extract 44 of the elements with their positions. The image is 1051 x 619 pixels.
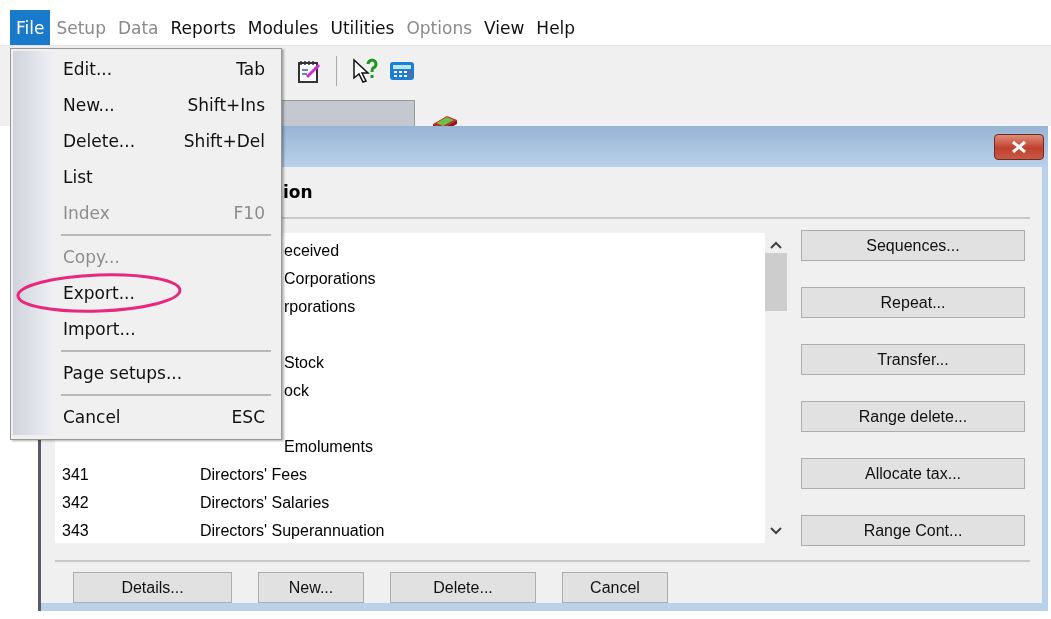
dialog-button[interactable]: Cancel [562,572,668,603]
scroll-up-icon[interactable] [770,241,782,249]
account-name: Directors' Superannuation [200,522,385,539]
menu-item[interactable]: Reports [164,10,242,45]
action-button[interactable]: Repeat... [801,287,1025,318]
account-name: Corporations [284,270,376,287]
account-code: 342 [62,494,89,511]
menu-entry[interactable]: List [61,165,265,189]
account-code: 343 [62,522,89,539]
menu-item[interactable]: Modules [241,10,325,45]
account-name: Stock [284,354,324,371]
calculator-icon[interactable] [389,60,415,82]
menu-entry[interactable]: Page setups... [61,361,265,385]
menu-entry[interactable]: Edit... Tab [61,57,265,81]
action-button[interactable]: Sequences... [801,230,1025,261]
action-button[interactable]: Range Cont... [801,515,1025,546]
action-button[interactable]: Transfer... [801,344,1025,375]
scroll-down-icon[interactable] [770,527,782,535]
menu-entry[interactable]: Export... [61,281,265,305]
menu-entry[interactable]: Delete... Shift+Del [61,129,265,153]
help-pointer-icon[interactable] [351,58,379,84]
menu-entry[interactable]: New... Shift+Ins [61,93,265,117]
scroll-thumb[interactable] [765,253,787,311]
account-name: Directors' Salaries [200,494,330,511]
menu-entry[interactable]: Cancel ESC [61,405,265,429]
account-code: 341 [62,466,89,483]
menu-item[interactable]: Utilities [324,10,401,45]
account-name: Emoluments [284,438,373,455]
account-name: ock [284,382,309,399]
menu-item[interactable]: View [478,10,531,45]
account-name: Directors' Fees [200,466,308,483]
section-heading: ion [283,182,313,202]
menu-item[interactable]: Help [530,10,582,45]
account-name: eceived [284,242,340,259]
dialog-button[interactable]: Delete... [390,572,536,603]
dialog-button[interactable]: New... [258,572,364,603]
account-name: rporations [284,298,356,315]
action-button[interactable]: Allocate tax... [801,458,1025,489]
close-icon [1011,140,1027,153]
close-button[interactable] [994,133,1044,160]
action-button[interactable]: Range delete... [801,401,1025,432]
menu-entry[interactable]: Import... [61,317,265,341]
dialog-button[interactable]: Details... [73,572,232,603]
menu-item[interactable]: File [10,10,51,45]
